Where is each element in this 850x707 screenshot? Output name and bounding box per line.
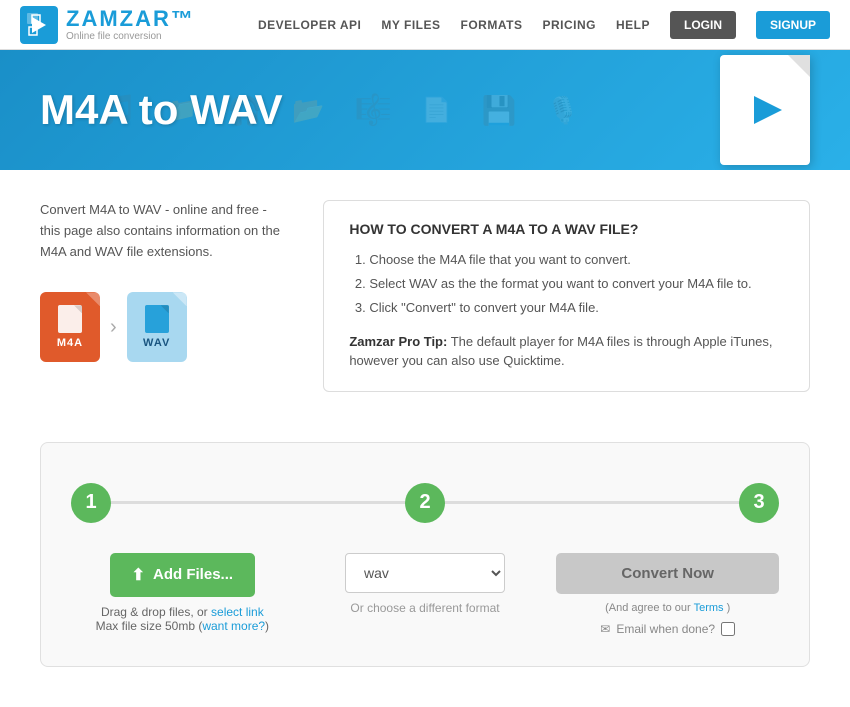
m4a-label: M4A: [57, 337, 83, 349]
nav-formats[interactable]: FORMATS: [461, 18, 523, 32]
nav: DEVELOPER API MY FILES FORMATS PRICING H…: [258, 11, 830, 39]
right-column: HOW TO CONVERT A M4A TO A WAV FILE? Choo…: [323, 200, 810, 392]
step-3-circle: 3: [739, 483, 779, 523]
add-files-button[interactable]: ⬆ Add Files...: [110, 553, 255, 597]
nav-help[interactable]: HELP: [616, 18, 650, 32]
how-to-steps: Choose the M4A file that you want to con…: [349, 251, 784, 318]
converter-box: 1 2 3 ⬆ Add Files... Drag & drop files, …: [40, 442, 810, 667]
convert-col: Convert Now (And agree to our Terms ) ✉ …: [556, 553, 779, 636]
add-files-label: Add Files...: [153, 566, 233, 583]
format-icons-row: M4A › WAV: [40, 292, 283, 362]
or-choose-text: Or choose a different format: [350, 601, 499, 615]
select-link[interactable]: select link: [211, 605, 264, 619]
step-1-circle: 1: [71, 483, 111, 523]
how-to-step-2: Select WAV as the the format you want to…: [369, 275, 784, 293]
logo-subtitle: Online file conversion: [66, 31, 195, 42]
pro-tip-label: Zamzar Pro Tip:: [349, 334, 447, 349]
hero-banner: 🎵 📁 🎧 📂 🎼 📄 💾 🎙️ M4A to WAV: [0, 50, 850, 170]
how-to-step-3: Click "Convert" to convert your M4A file…: [369, 299, 784, 317]
left-column: Convert M4A to WAV - online and free - t…: [40, 200, 283, 362]
wav-doc-icon: [145, 305, 169, 333]
logo: ZAMZAR™ Online file conversion: [20, 6, 195, 44]
format-arrow-icon: ›: [110, 316, 117, 339]
wav-label: WAV: [143, 337, 170, 349]
email-row: ✉ Email when done?: [600, 622, 735, 636]
want-more-link[interactable]: want more?: [202, 619, 265, 633]
agree-prefix: (And agree to our: [605, 602, 691, 614]
converter-section: 1 2 3 ⬆ Add Files... Drag & drop files, …: [0, 422, 850, 707]
agree-close: ): [727, 602, 731, 614]
format-col: wav mp3 ogg flac aac wma Or choose a dif…: [314, 553, 537, 615]
email-checkbox[interactable]: [721, 622, 735, 636]
step-connector-2: [443, 501, 741, 504]
how-to-step-1: Choose the M4A file that you want to con…: [369, 251, 784, 269]
m4a-doc-icon: [58, 305, 82, 333]
m4a-icon: M4A: [40, 292, 100, 362]
add-files-col: ⬆ Add Files... Drag & drop files, or sel…: [71, 553, 294, 633]
email-icon: ✉: [600, 622, 610, 636]
nav-developer-api[interactable]: DEVELOPER API: [258, 18, 361, 32]
logo-text: ZAMZAR™ Online file conversion: [66, 7, 195, 42]
how-to-title: HOW TO CONVERT A M4A TO A WAV FILE?: [349, 221, 784, 237]
pro-tip: Zamzar Pro Tip: The default player for M…: [349, 332, 784, 371]
main-content: Convert M4A to WAV - online and free - t…: [0, 170, 850, 422]
steps-row: 1 2 3: [71, 483, 779, 523]
signup-button[interactable]: SIGNUP: [756, 11, 830, 39]
logo-title: ZAMZAR™: [66, 7, 195, 31]
nav-my-files[interactable]: MY FILES: [381, 18, 440, 32]
actions-row: ⬆ Add Files... Drag & drop files, or sel…: [71, 553, 779, 636]
how-to-box: HOW TO CONVERT A M4A TO A WAV FILE? Choo…: [323, 200, 810, 392]
terms-link[interactable]: Terms: [694, 602, 724, 614]
description-text: Convert M4A to WAV - online and free - t…: [40, 200, 283, 262]
email-when-done-label: Email when done?: [616, 622, 715, 636]
step-2-circle: 2: [405, 483, 445, 523]
wav-icon: WAV: [127, 292, 187, 362]
format-select[interactable]: wav mp3 ogg flac aac wma: [345, 553, 505, 593]
file-size-text: Max file size 50mb: [96, 619, 195, 633]
hero-title: M4A to WAV: [40, 86, 283, 134]
file-play-icon: [754, 96, 782, 124]
convert-now-button[interactable]: Convert Now: [556, 553, 779, 594]
header: ZAMZAR™ Online file conversion DEVELOPER…: [0, 0, 850, 50]
step-connector-1: [109, 501, 407, 504]
drag-drop-label: Drag & drop files, or: [101, 605, 208, 619]
nav-pricing[interactable]: PRICING: [542, 18, 596, 32]
drag-drop-text: Drag & drop files, or select link Max fi…: [96, 605, 269, 633]
login-button[interactable]: LOGIN: [670, 11, 736, 39]
logo-icon: [20, 6, 58, 44]
upload-icon: ⬆: [132, 565, 145, 585]
agree-text: (And agree to our Terms ): [605, 602, 730, 614]
hero-file-graphic: [720, 55, 810, 165]
file-paper-icon: [720, 55, 810, 165]
